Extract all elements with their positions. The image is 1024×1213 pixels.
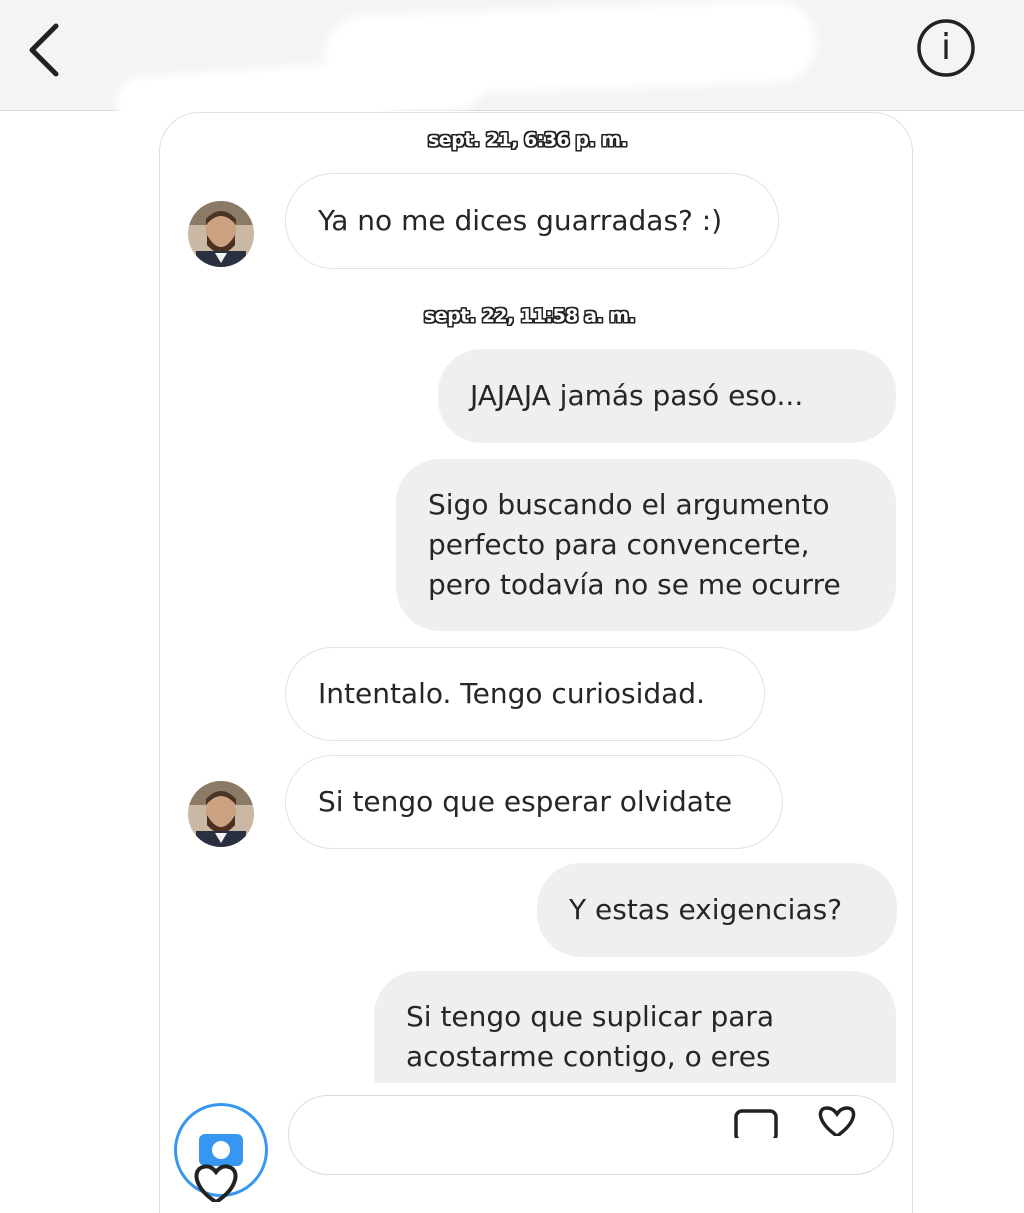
avatar[interactable]	[188, 781, 254, 847]
outgoing-message[interactable]: Sigo buscando el argumento perfecto para…	[396, 459, 896, 631]
incoming-message[interactable]: Ya no me dices guarradas? :)	[285, 173, 779, 269]
message-composer	[160, 1083, 912, 1213]
message-text: Ya no me dices guarradas? :)	[318, 204, 723, 237]
like-button[interactable]	[188, 1162, 244, 1204]
message-line: Si tengo que suplicar para	[406, 1000, 775, 1033]
message-text: Si tengo que suplicar para acostarme con…	[406, 997, 774, 1077]
message-text: Si tengo que esperar olvidate	[318, 785, 733, 818]
message-text: Sigo buscando el argumento perfecto para…	[428, 485, 841, 605]
chevron-left-icon	[29, 23, 59, 77]
heart-icon[interactable]	[811, 1106, 863, 1136]
message-line: Sigo buscando el argumento	[428, 488, 830, 521]
back-button[interactable]	[22, 18, 78, 82]
message-line: pero todavía no se me ocurre	[428, 568, 841, 601]
message-input[interactable]	[288, 1095, 894, 1175]
outgoing-message[interactable]: JAJAJA jamás pasó eso...	[438, 349, 896, 443]
heart-icon	[194, 1164, 238, 1204]
avatar[interactable]	[188, 201, 254, 267]
timestamp: sept. 21, 6:36 p. m.	[428, 129, 628, 151]
message-line: acostarme contigo, o eres	[406, 1040, 771, 1073]
incoming-message[interactable]: Si tengo que esperar olvidate	[285, 755, 783, 849]
message-text: Y estas exigencias?	[569, 893, 843, 926]
outgoing-message[interactable]: Y estas exigencias?	[537, 863, 897, 957]
avatar-photo	[188, 781, 254, 847]
avatar-photo	[188, 201, 254, 267]
message-text: Intentalo. Tengo curiosidad.	[318, 677, 705, 710]
chat-header: i	[0, 0, 1024, 129]
gallery-icon[interactable]	[733, 1108, 779, 1138]
message-line: perfecto para convencerte,	[428, 528, 810, 561]
info-glyph: i	[940, 27, 951, 68]
timestamp: sept. 22, 11:58 a. m.	[424, 305, 636, 327]
message-text: JAJAJA jamás pasó eso...	[470, 379, 804, 412]
info-button[interactable]: i	[914, 16, 978, 80]
incoming-message[interactable]: Intentalo. Tengo curiosidad.	[285, 647, 765, 741]
message-thread[interactable]: sept. 21, 6:36 p. m. Ya no me dices guar…	[159, 112, 913, 1213]
